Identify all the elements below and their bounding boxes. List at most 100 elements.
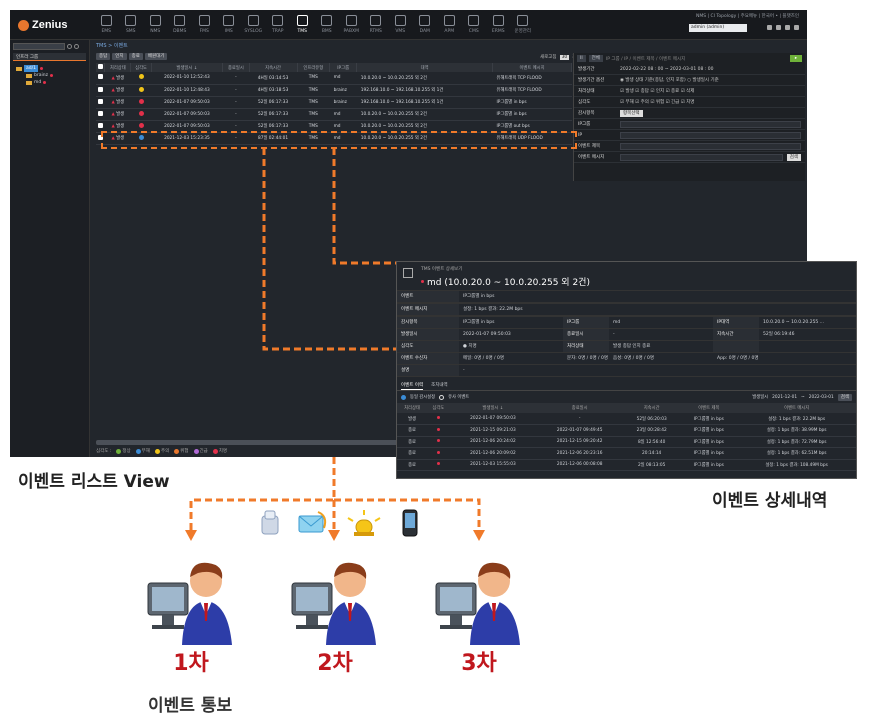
checkbox[interactable] [97, 122, 103, 128]
tab-action-history[interactable]: 조치내역 [431, 381, 448, 390]
column-header[interactable]: 심각도 [130, 63, 152, 72]
radio-similar-event[interactable] [439, 394, 445, 400]
column-header[interactable]: 인프라유형 [297, 63, 331, 72]
search-field-control[interactable]: 항목선택 [620, 109, 643, 117]
search-field-control[interactable]: 2022-02-22 08 : 00 ~ 2022-03-01 08 : 00 [620, 67, 713, 72]
row-checkbox-cell[interactable] [96, 84, 105, 97]
nav-item-rtms[interactable]: RTMS [364, 15, 389, 34]
search-field-control[interactable]: ☑ 무해 ☑ 주의 ☑ 위험 ☑ 긴급 ☑ 치명 [620, 99, 694, 105]
legend-dot [193, 448, 199, 454]
history-from-date[interactable]: 2021-12-01 [772, 395, 797, 400]
history-row[interactable]: 종료 2021-12-06 20:24:02 2021-12-15 09:20:42… [397, 436, 856, 448]
settings-icon[interactable] [785, 25, 790, 30]
search-field-input[interactable] [620, 142, 801, 150]
table-row[interactable]: ▲ 발생 2022-01-10 12:52:43-4H일 03:14:53 TMS m… [96, 72, 572, 85]
nav-item-label: VMS [395, 29, 406, 34]
row-checkbox-cell[interactable] [96, 96, 105, 109]
search-field-input[interactable] [620, 120, 801, 128]
search-scope-select[interactable]: 전체 [588, 55, 603, 62]
detail-grid: 감시항목 IP그룹별 in bps IP그룹 md IP대역 10.0.20.0 ~ 10… [397, 316, 856, 377]
history-column-header[interactable]: 이벤트 제목 [680, 403, 738, 413]
bell-icon[interactable] [794, 25, 799, 30]
filter-ack-button[interactable]: 종답 [96, 53, 111, 60]
search-field-input[interactable] [620, 153, 783, 161]
nav-item-ims[interactable]: IMS [217, 15, 242, 34]
history-severity [427, 436, 450, 448]
checkbox[interactable] [97, 64, 103, 69]
top-links[interactable]: NMS | CI Topology | 주요메뉴 | 한국어 • | 플랫즈인 [696, 13, 799, 19]
search-field-input[interactable] [620, 131, 801, 139]
column-header[interactable]: 처리상태 [104, 63, 132, 72]
nav-item-apm[interactable]: APM [437, 15, 462, 34]
tree-item-md[interactable]: md [16, 79, 83, 86]
search-icon[interactable] [67, 44, 72, 49]
user-select[interactable]: admin (admin) [689, 24, 747, 32]
zenius-logo[interactable]: Zenius [18, 19, 67, 31]
detail-value: 설정: 1 bps 결과: 22.2M bps [459, 304, 856, 316]
select-all-checkbox[interactable] [96, 63, 106, 72]
search-button[interactable]: 검색 [786, 153, 801, 161]
history-column-header[interactable]: 이벤트 메시지 [737, 403, 856, 413]
column-header[interactable]: 지속시간 [249, 63, 298, 72]
cell-msg: 유해트래픽 TCP FLOOD [492, 84, 572, 97]
nav-item-운영관리[interactable]: 운영관리 [511, 15, 536, 34]
row-checkbox-cell[interactable] [96, 108, 105, 121]
row-checkbox-cell[interactable] [96, 72, 105, 85]
refresh-select[interactable]: 30 [559, 54, 570, 60]
history-column-header[interactable]: 종료일시 [536, 403, 624, 413]
search-keyword-input[interactable]: IP 그룹 / IP / 이벤트 제목 / 이벤트 메시지 [606, 56, 787, 62]
nav-item-tms[interactable]: TMS [290, 15, 315, 34]
filter-wait-button[interactable]: 배원대기 [144, 53, 168, 60]
table-row[interactable]: ▲ 발생 2022-01-07 09:50:03-52일 06:17:33 TMS m… [96, 108, 572, 121]
history-to-date[interactable]: 2022-03-01 [809, 395, 834, 400]
history-row[interactable]: 종료 2021-12-03 15:55:03 2021-12-06 00:08:08… [397, 459, 856, 471]
column-header[interactable]: 종료일시 [222, 63, 250, 72]
filter-close-button[interactable]: 종료 [128, 53, 143, 60]
history-column-header[interactable]: 심각도 [427, 403, 450, 413]
nav-item-ems[interactable]: EMS [94, 15, 119, 34]
nav-item-erms[interactable]: ERMS [486, 15, 511, 34]
radio-same-monitor[interactable] [401, 394, 406, 400]
tree-item-brainz[interactable]: brainz [16, 72, 83, 79]
nav-item-syslog[interactable]: SYSLOG [241, 15, 266, 34]
search-go-button[interactable]: ▸ [790, 55, 802, 62]
lock-icon[interactable] [767, 25, 772, 30]
nav-item-dbms[interactable]: DBMS [168, 15, 193, 34]
column-header[interactable]: IP그룹 [329, 63, 358, 72]
nav-item-dam[interactable]: DAM [413, 15, 438, 34]
table-row[interactable]: ▲ 발생 2022-01-10 12:48:43-4H일 03:18:53 TMS b… [96, 84, 572, 97]
checkbox[interactable] [97, 98, 103, 104]
history-row[interactable]: 종료 2021-12-06 20:09:02 2021-12-06 20:23:16… [397, 447, 856, 460]
column-header[interactable]: 대역 [356, 63, 493, 72]
nav-item-nms[interactable]: NMS [143, 15, 168, 34]
tab-event-history[interactable]: 이벤트 이력 [401, 381, 424, 390]
column-header[interactable]: 이벤트 메시지 [492, 63, 572, 72]
checkbox[interactable] [97, 86, 103, 92]
nav-item-vms[interactable]: VMS [388, 15, 413, 34]
history-column-header[interactable]: 지속시간 [623, 403, 681, 413]
checkbox[interactable] [97, 74, 103, 80]
nav-item-pabxm[interactable]: PABXM [339, 15, 364, 34]
search-field-control[interactable]: ☑ 발생 ☑ 종답 ☑ 인지 ☑ 종료 ☑ 삭제 [620, 88, 694, 94]
pause-button[interactable]: II [577, 55, 586, 62]
sidebar-tab-infra-group[interactable]: 인프라 그룹 [13, 53, 86, 61]
column-header[interactable]: 발생일시 ↓ [151, 63, 224, 72]
filter-recognize-button[interactable]: 인지 [112, 53, 127, 60]
nav-item-sms[interactable]: SMS [119, 15, 144, 34]
sidebar-search-input[interactable] [13, 43, 65, 50]
history-column-header[interactable]: 처리상태 [397, 403, 428, 413]
history-search-button[interactable]: 검색 [837, 393, 852, 401]
history-column-header[interactable]: 발생일시 ↓ [449, 403, 537, 413]
nav-item-fms[interactable]: FMS [192, 15, 217, 34]
history-row[interactable]: 발생 2022-01-07 09:50:03-52일 06:20:03 IP그룹별 … [397, 413, 856, 425]
gear-icon[interactable] [74, 44, 79, 49]
user-icon[interactable] [776, 25, 781, 30]
tree-root[interactable]: ad/1 [16, 65, 83, 72]
table-row[interactable]: ▲ 발생 2022-01-07 09:50:03-52일 06:17:33 TMS b… [96, 96, 572, 109]
nav-item-bms[interactable]: BMS [315, 15, 340, 34]
search-field-control[interactable]: ◉ 발생 상태 기준(종답, 인지 포함) ○ 발생일시 기준 [620, 77, 719, 83]
checkbox[interactable] [97, 110, 103, 116]
nav-item-trap[interactable]: TRAP [266, 15, 291, 34]
nav-item-cms[interactable]: CMS [462, 15, 487, 34]
history-row[interactable]: 종료 2021-12-15 09:21:03 2022-01-07 09:49:45… [397, 424, 856, 437]
